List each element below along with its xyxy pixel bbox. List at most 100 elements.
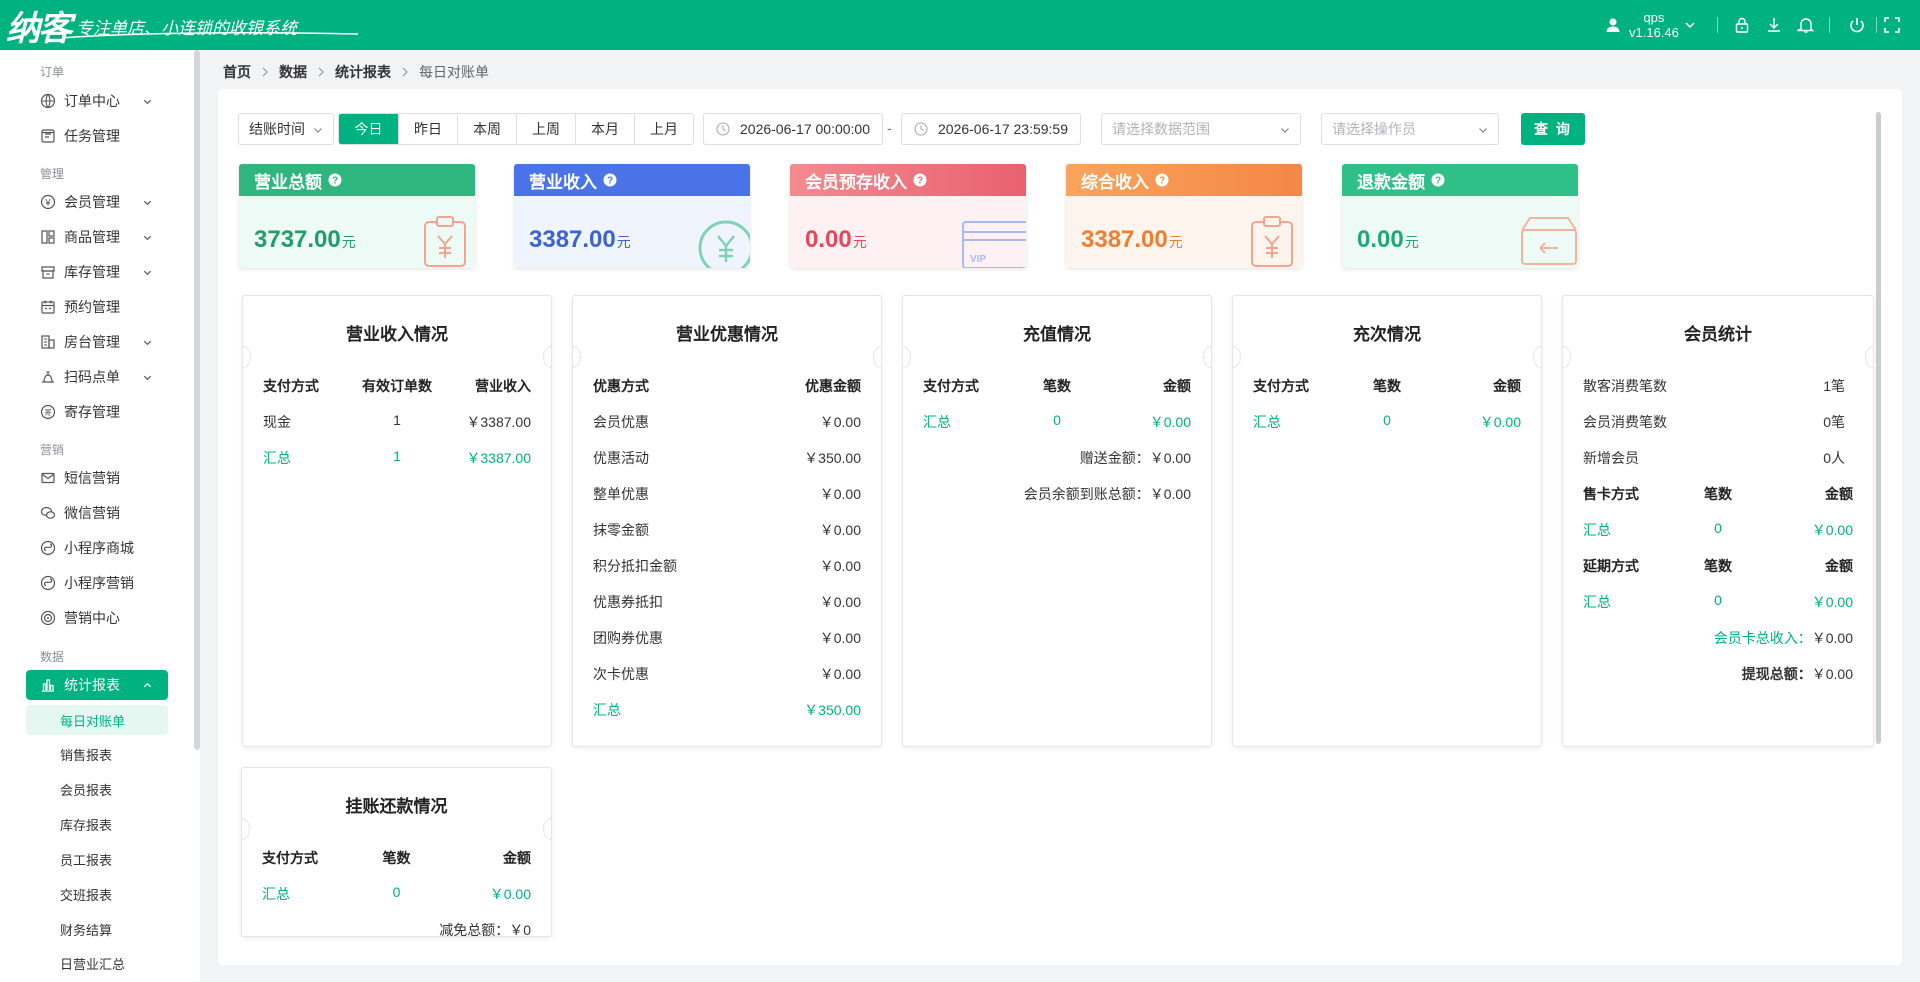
member-stat-row: 新增会员 0人 bbox=[1583, 450, 1845, 466]
sidebar-subitem-daily-summary[interactable]: 日营业汇总 bbox=[26, 948, 168, 978]
sidebar-item-wechat[interactable]: 微信营销 bbox=[26, 498, 168, 528]
stat-card-title: 综合收入 bbox=[1081, 172, 1149, 192]
lock-icon[interactable] bbox=[1733, 16, 1751, 34]
period-today-button[interactable]: 今日 bbox=[339, 114, 398, 144]
sidebar-item-sms[interactable]: 短信营销 bbox=[26, 463, 168, 493]
chevron-down-icon bbox=[143, 99, 152, 105]
sidebar-item-order-center[interactable]: 订单中心 bbox=[26, 86, 168, 116]
table-row: 抹零金额 ￥0.00 bbox=[593, 522, 861, 538]
task-icon bbox=[41, 129, 55, 143]
help-icon[interactable]: ? bbox=[328, 173, 342, 187]
goods-icon bbox=[41, 230, 55, 244]
sidebar-subitem-member-report[interactable]: 会员报表 bbox=[26, 774, 168, 804]
sidebar-item-scan-order[interactable]: 扫码点单 bbox=[26, 362, 168, 392]
divider bbox=[1717, 17, 1718, 33]
svg-text:?: ? bbox=[332, 176, 338, 187]
breadcrumb-home[interactable]: 首页 bbox=[223, 62, 251, 82]
help-icon[interactable]: ? bbox=[1155, 173, 1169, 187]
sidebar-subitem-daily-statement[interactable]: 每日对账单 bbox=[26, 705, 168, 735]
operator-select[interactable]: 请选择操作员 bbox=[1321, 113, 1499, 145]
chevron-down-icon bbox=[143, 235, 152, 241]
sidebar-item-deposit[interactable]: 寄 寄存管理 bbox=[26, 397, 168, 427]
sidebar-group-label: 数据 bbox=[40, 650, 65, 664]
username: qps bbox=[1643, 10, 1665, 25]
sidebar-subitem-inventory-report[interactable]: 库存报表 bbox=[26, 809, 168, 839]
chevron-up-icon bbox=[143, 682, 152, 688]
sidebar-item-label: 短信营销 bbox=[64, 470, 120, 486]
help-icon[interactable]: ? bbox=[603, 173, 617, 187]
sidebar-item-appointment[interactable]: 预约管理 bbox=[26, 292, 168, 322]
sidebar-item-task[interactable]: 任务管理 bbox=[26, 121, 168, 151]
top-header: 纳客 专注单店、小连锁的收银系统 qps v1.16.46 bbox=[0, 0, 1920, 50]
scan-icon bbox=[42, 371, 54, 383]
power-icon[interactable] bbox=[1848, 16, 1866, 34]
member-balance-summary: 会员余额到账总额：￥0.00 bbox=[1023, 486, 1191, 502]
sidebar-item-marketing-center[interactable]: 营销中心 bbox=[26, 603, 168, 633]
period-yesterday-button[interactable]: 昨日 bbox=[398, 114, 457, 144]
breadcrumb-data[interactable]: 数据 bbox=[279, 62, 307, 82]
breadcrumb-reports[interactable]: 统计报表 bbox=[335, 62, 391, 82]
table-row: 次卡优惠 ￥0.00 bbox=[593, 666, 861, 682]
chevron-right-icon bbox=[262, 67, 268, 77]
sidebar-subitem-staff-report[interactable]: 员工报表 bbox=[26, 844, 168, 874]
refund-box-icon bbox=[1521, 217, 1577, 265]
miniapp-icon bbox=[40, 540, 56, 556]
stat-card-header: 退款金额 ? bbox=[1342, 164, 1578, 196]
svg-text:?: ? bbox=[917, 176, 923, 187]
end-time-input[interactable]: 2026-06-17 23:59:59 bbox=[901, 113, 1081, 145]
sidebar-item-goods[interactable]: 商品管理 bbox=[26, 222, 168, 252]
time-type-select[interactable]: 结账时间 bbox=[238, 113, 334, 145]
data-range-select[interactable]: 请选择数据范围 bbox=[1101, 113, 1301, 145]
download-icon[interactable] bbox=[1765, 16, 1783, 34]
query-button[interactable]: 查 询 bbox=[1521, 113, 1585, 145]
date-separator: - bbox=[887, 120, 892, 136]
breadcrumb-current: 每日对账单 bbox=[419, 64, 489, 80]
sidebar-item-label: 统计报表 bbox=[64, 677, 120, 693]
table-row: 团购券优惠 ￥0.00 bbox=[593, 630, 861, 646]
help-icon[interactable]: ? bbox=[913, 173, 927, 187]
table-header: 延期方式 笔数 金额 bbox=[1583, 558, 1853, 574]
fullscreen-icon[interactable] bbox=[1883, 16, 1901, 34]
sidebar-subitem-finance[interactable]: 财务结算 bbox=[26, 914, 168, 944]
sidebar-item-member[interactable]: ¥ 会员管理 bbox=[26, 187, 168, 217]
member-stat-row: 会员消费笔数 0笔 bbox=[1583, 414, 1845, 430]
help-icon[interactable]: ? bbox=[1431, 173, 1445, 187]
vip-card-icon: VIP bbox=[962, 221, 1026, 268]
sidebar-scrollbar[interactable] bbox=[194, 50, 200, 750]
chevron-down-icon bbox=[143, 270, 152, 276]
sidebar-item-label: 库存管理 bbox=[64, 264, 120, 280]
period-last-month-button[interactable]: 上月 bbox=[634, 114, 693, 144]
app-version: v1.16.46 bbox=[1629, 25, 1679, 40]
sidebar-item-label: 扫码点单 bbox=[64, 369, 120, 385]
card-title: 营业收入情况 bbox=[346, 325, 448, 344]
svg-text:?: ? bbox=[607, 176, 613, 187]
stat-card-header: 营业总额 ? bbox=[239, 164, 475, 196]
main-scrollbar[interactable] bbox=[1876, 112, 1881, 744]
period-this-month-button[interactable]: 本月 bbox=[575, 114, 634, 144]
target-icon bbox=[40, 610, 56, 626]
sidebar-item-room[interactable]: 房台管理 bbox=[26, 327, 168, 357]
wechat-icon bbox=[40, 506, 56, 519]
period-this-week-button[interactable]: 本周 bbox=[457, 114, 516, 144]
sidebar-item-label: 房台管理 bbox=[64, 334, 120, 350]
user-menu[interactable]: qps v1.16.46 bbox=[1605, 8, 1695, 42]
sidebar-item-label: 微信营销 bbox=[64, 505, 120, 521]
sidebar-subitem-sales-report[interactable]: 销售报表 bbox=[26, 739, 168, 769]
start-time-input[interactable]: 2026-06-17 00:00:00 bbox=[703, 113, 883, 145]
sidebar-item-reports[interactable]: 统计报表 bbox=[26, 670, 168, 700]
card-title: 营业优惠情况 bbox=[676, 325, 778, 344]
period-last-week-button[interactable]: 上周 bbox=[516, 114, 575, 144]
stat-card-refund: 退款金额 ? 0.00元 bbox=[1342, 164, 1578, 268]
sidebar-item-inventory[interactable]: 库存管理 bbox=[26, 257, 168, 287]
sidebar-item-mini-marketing[interactable]: 小程序营销 bbox=[26, 568, 168, 598]
sidebar-item-mini-mall[interactable]: 小程序商城 bbox=[26, 533, 168, 563]
clock-icon bbox=[914, 122, 928, 136]
bell-icon[interactable] bbox=[1797, 16, 1815, 34]
table-row: 现金 1 ￥3387.00 bbox=[263, 412, 531, 430]
svg-text:?: ? bbox=[1435, 176, 1441, 187]
table-header: 支付方式 有效订单数 营业收入 bbox=[263, 378, 531, 394]
divider bbox=[1829, 17, 1830, 33]
report-card-times-recharge: 充次情况 支付方式 笔数 金额 汇总 0 ￥0.00 bbox=[1232, 295, 1542, 747]
card-title: 挂账还款情况 bbox=[345, 797, 448, 816]
sidebar-subitem-shift-report[interactable]: 交班报表 bbox=[26, 879, 168, 909]
